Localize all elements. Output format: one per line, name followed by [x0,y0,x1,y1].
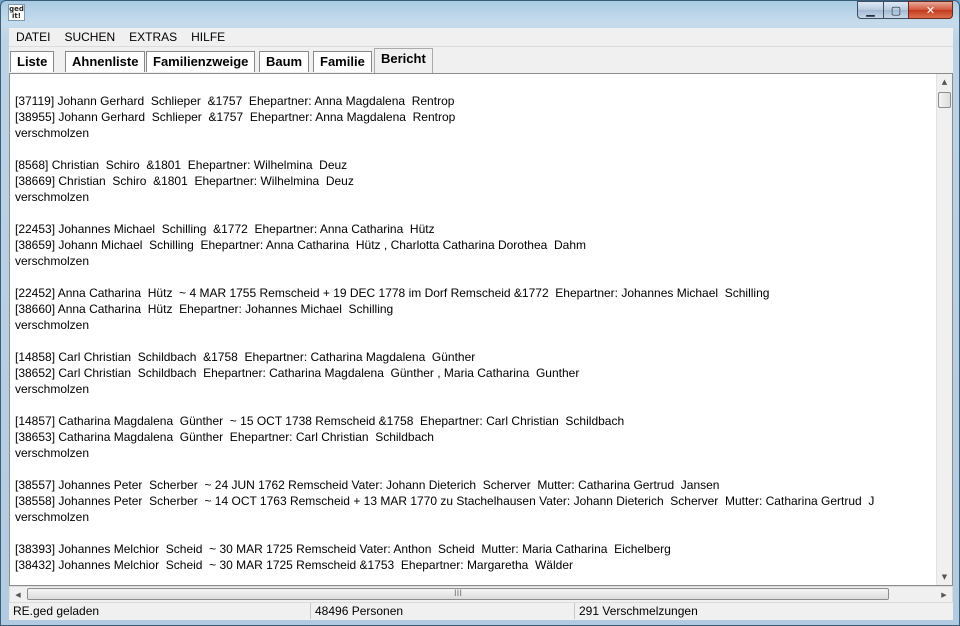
status-persons: 48496 Personen [311,603,575,619]
maximize-icon: ▢ [890,3,902,17]
close-icon: ✕ [925,3,936,17]
report-record-line: [38432] Johannes Melchior Scheid ~ 30 MA… [15,558,573,572]
report-record-line: [14857] Catharina Magdalena Günther ~ 15… [15,414,625,428]
tab-ahnenliste[interactable]: Ahnenliste [65,51,146,72]
minimize-button[interactable]: ▁ [857,1,883,19]
status-bar: RE.ged geladen 48496 Personen 291 Versch… [9,603,953,620]
report-record-line: [22452] Anna Catharina Hütz ~ 4 MAR 1755… [15,286,770,300]
report-text[interactable]: [37119] Johann Gerhard Schlieper &1757 E… [15,93,930,573]
report-record-line: [38669] Christian Schiro &1801 Ehepartne… [15,174,354,188]
vertical-scroll-thumb[interactable] [938,92,951,108]
report-blank-line [15,141,930,157]
app-window: ged it! ▁ ▢ ✕ DATEI SUCHEN EXTRAS HILFE … [0,0,960,626]
report-blank-line [15,397,930,413]
maximize-button[interactable]: ▢ [883,1,908,19]
report-blank-line [15,333,930,349]
report-record-line: [38660] Anna Catharina Hütz Ehepartner: … [15,302,394,316]
status-file: RE.ged geladen [9,603,311,619]
report-merged-label: verschmolzen [15,318,90,332]
report-merged-label: verschmolzen [15,254,90,268]
menu-extras[interactable]: EXTRAS [122,28,184,46]
app-icon[interactable]: ged it! [8,4,25,21]
scroll-left-icon[interactable]: ◀ [10,587,26,602]
report-record-line: [14858] Carl Christian Schildbach &1758 … [15,350,476,364]
report-blank-line [15,461,930,477]
report-record-line: [38393] Johannes Melchior Scheid ~ 30 MA… [15,542,671,556]
scroll-right-icon[interactable]: ▶ [936,587,952,602]
menu-hilfe[interactable]: HILFE [184,28,232,46]
vertical-scrollbar[interactable]: ▲ ▼ [936,74,952,585]
tab-baum[interactable]: Baum [259,51,310,72]
report-record-line: [38955] Johann Gerhard Schlieper &1757 E… [15,110,456,124]
title-bar[interactable]: ged it! ▁ ▢ ✕ [1,1,959,25]
scroll-grip-icon: III [454,589,462,599]
report-blank-line [15,205,930,221]
report-merged-label: verschmolzen [15,510,90,524]
menu-bar: DATEI SUCHEN EXTRAS HILFE [9,28,953,47]
tab-liste[interactable]: Liste [10,51,55,72]
tab-bericht[interactable]: Bericht [374,48,433,73]
app-icon-text-bottom: it! [12,12,21,20]
report-merged-label: verschmolzen [15,446,90,460]
horizontal-scroll-thumb[interactable]: III [27,588,889,600]
report-blank-line [15,525,930,541]
report-record-line: [38652] Carl Christian Schildbach Ehepar… [15,366,580,380]
report-record-line: [38557] Johannes Peter Scherber ~ 24 JUN… [15,478,720,492]
tab-familienzweige[interactable]: Familienzweige [146,51,256,72]
scroll-up-icon[interactable]: ▲ [937,74,952,90]
report-blank-line [15,269,930,285]
menu-datei[interactable]: DATEI [9,28,57,46]
report-merged-label: verschmolzen [15,382,90,396]
report-record-line: [37119] Johann Gerhard Schlieper &1757 E… [15,94,455,108]
window-controls: ▁ ▢ ✕ [857,1,953,19]
report-record-line: [38558] Johannes Peter Scherber ~ 14 OCT… [15,494,875,508]
status-merges: 291 Verschmelzungen [579,604,698,618]
menu-suchen[interactable]: SUCHEN [57,28,122,46]
report-record-line: [8568] Christian Schiro &1801 Ehepartner… [15,158,348,172]
report-record-line: [22453] Johannes Michael Schilling &1772… [15,222,435,236]
report-record-line: [38659] Johann Michael Schilling Ehepart… [15,238,586,252]
tab-familie[interactable]: Familie [313,51,372,72]
report-panel[interactable]: [37119] Johann Gerhard Schlieper &1757 E… [9,73,953,586]
scroll-down-icon[interactable]: ▼ [937,569,952,585]
horizontal-scrollbar[interactable]: ◀ III ▶ [9,586,953,603]
minimize-icon: ▁ [866,3,875,17]
tab-bar: Liste Ahnenliste Familienzweige Baum Fam… [9,47,953,73]
report-record-line: [38653] Catharina Magdalena Günther Ehep… [15,430,434,444]
report-merged-label: verschmolzen [15,126,90,140]
report-merged-label: verschmolzen [15,190,90,204]
close-button[interactable]: ✕ [908,1,953,19]
